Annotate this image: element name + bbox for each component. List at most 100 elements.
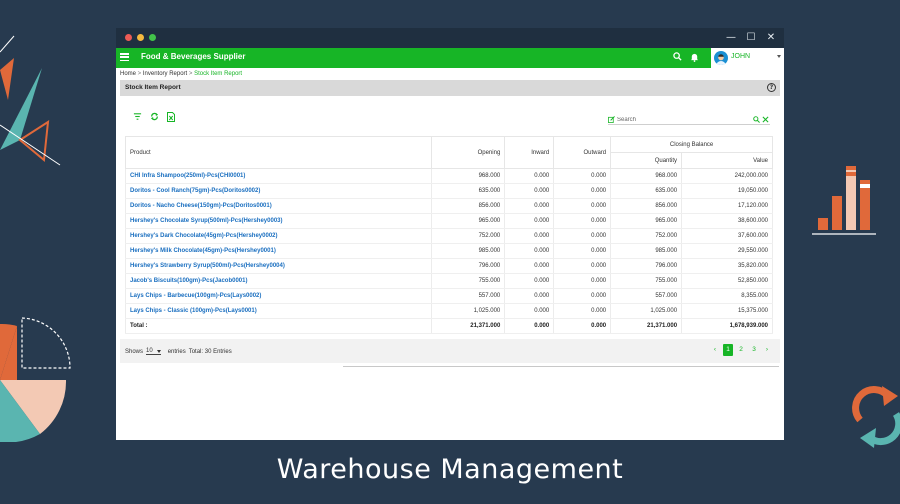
product-link[interactable]: Lays Chips - Classic (100gm)-Pcs(Lays000… [124, 303, 433, 319]
product-link[interactable]: Lays Chips - Barbecue(100gm)-Pcs(Lays000… [124, 288, 433, 304]
user-menu[interactable]: JOHN [711, 48, 784, 68]
cell-inward: 0.000 [504, 228, 555, 244]
cell-outward: 0.000 [553, 168, 612, 184]
breadcrumb-home[interactable]: Home [120, 71, 136, 77]
column-header-closing-balance: Closing Balance [610, 136, 773, 153]
cell-outward: 0.000 [553, 303, 612, 319]
table-footer: Shows 10 entries Total: 30 Entries ‹ 1 2… [120, 339, 780, 363]
breadcrumb-inventory-report[interactable]: Inventory Report [143, 71, 187, 77]
cell-outward: 0.000 [553, 273, 612, 289]
product-link[interactable]: Hershey's Dark Chocolate(45gm)-Pcs(Hersh… [124, 228, 433, 244]
filter-icon[interactable] [133, 112, 142, 121]
column-header-outward[interactable]: Outward [553, 136, 612, 169]
avatar [714, 51, 728, 65]
table-row: Doritos - Nacho Cheese(150gm)-Pcs(Dorito… [124, 198, 773, 214]
cell-quantity: 968.000 [610, 168, 683, 184]
page-1-button[interactable]: 1 [723, 344, 733, 356]
cell-inward: 0.000 [504, 213, 555, 229]
breadcrumb-current: Stock Item Report [194, 71, 243, 77]
product-link[interactable]: Doritos - Nacho Cheese(150gm)-Pcs(Dorito… [124, 198, 433, 214]
chevron-down-icon[interactable] [777, 55, 781, 58]
total-outward: 0.000 [553, 318, 612, 334]
table-row: Doritos - Cool Ranch(75gm)-Pcs(Doritos00… [124, 183, 773, 199]
shows-label: Shows [125, 348, 144, 355]
column-header-value[interactable]: Value [681, 152, 773, 169]
column-header-quantity[interactable]: Quantity [610, 152, 683, 169]
product-link[interactable]: Doritos - Cool Ranch(75gm)-Pcs(Doritos00… [124, 183, 433, 199]
table-row: Hershey's Milk Chocolate(45gm)-Pcs(Hersh… [124, 243, 773, 259]
bell-icon[interactable] [690, 52, 699, 62]
cell-inward: 0.000 [504, 258, 555, 274]
cell-inward: 0.000 [504, 303, 555, 319]
page-size-control: Shows 10 entries Total: 30 Entries [125, 348, 232, 355]
cell-value: 52,850.000 [681, 273, 773, 289]
cell-quantity: 856.000 [610, 198, 683, 214]
product-link[interactable]: Jacob's Biscuits(100gm)-Pcs(Jacob0001) [124, 273, 433, 289]
window-titlebar: — ☐ ✕ [116, 28, 784, 48]
cell-value: 19,050.000 [681, 183, 773, 199]
product-link[interactable]: Hershey's Strawberry Syrup(500ml)-Pcs(He… [124, 258, 433, 274]
total-quantity: 21,371.000 [610, 318, 683, 334]
table-row: Jacob's Biscuits(100gm)-Pcs(Jacob0001) 75… [124, 273, 773, 289]
stock-item-table: Product Opening Inward Outward Closing B… [124, 136, 773, 334]
edit-icon [608, 116, 615, 123]
cell-outward: 0.000 [553, 258, 612, 274]
page-title: Stock Item Report [125, 84, 181, 91]
report-toolbar [133, 112, 175, 122]
page-2-button[interactable]: 2 [736, 344, 746, 356]
search-box [608, 115, 770, 125]
product-link[interactable]: CHI Infra Shampoo(250ml)-Pcs(CHI0001) [124, 168, 433, 184]
product-link[interactable]: Hershey's Milk Chocolate(45gm)-Pcs(Hersh… [124, 243, 433, 259]
decor-bar-chart [812, 166, 876, 235]
cell-inward: 0.000 [504, 273, 555, 289]
total-label: Total : [124, 318, 433, 334]
cell-value: 15,375.000 [681, 303, 773, 319]
table-row: CHI Infra Shampoo(250ml)-Pcs(CHI0001) 968… [124, 168, 773, 184]
search-input[interactable] [617, 115, 747, 124]
table-row: Lays Chips - Barbecue(100gm)-Pcs(Lays000… [124, 288, 773, 304]
page-size-select[interactable]: 10 [146, 348, 161, 355]
decor-pie-chart [0, 317, 71, 442]
maximize-dot[interactable] [149, 34, 156, 41]
cell-outward: 0.000 [553, 243, 612, 259]
total-inward: 0.000 [504, 318, 555, 334]
total-value: 1,678,939.000 [681, 318, 773, 334]
cell-opening: 557.000 [431, 288, 506, 304]
divider [343, 366, 779, 367]
clear-icon[interactable] [762, 116, 769, 123]
column-header-opening[interactable]: Opening [431, 136, 506, 169]
maximize-button[interactable]: ☐ [746, 31, 756, 44]
app-title: Food & Beverages Supplier [141, 52, 246, 61]
search-icon[interactable] [753, 116, 760, 123]
close-button[interactable]: ✕ [766, 31, 776, 44]
cell-opening: 752.000 [431, 228, 506, 244]
cell-opening: 965.000 [431, 213, 506, 229]
product-link[interactable]: Hershey's Chocolate Syrup(500ml)-Pcs(Her… [124, 213, 433, 229]
minimize-dot[interactable] [137, 34, 144, 41]
cell-inward: 0.000 [504, 168, 555, 184]
app-window: — ☐ ✕ Food & Beverages Supplier JOHN Hom… [116, 28, 784, 440]
prev-page-button[interactable]: ‹ [710, 344, 720, 356]
total-row: Total :21,371.000 0.000 0.000 21,371.000 1,6… [124, 318, 773, 334]
cell-inward: 0.000 [504, 243, 555, 259]
table-body: CHI Infra Shampoo(250ml)-Pcs(CHI0001) 968… [124, 168, 773, 334]
cell-quantity: 796.000 [610, 258, 683, 274]
column-header-product[interactable]: Product [124, 136, 433, 169]
refresh-icon[interactable] [150, 112, 159, 121]
export-excel-icon[interactable] [167, 112, 175, 122]
table-row: Hershey's Dark Chocolate(45gm)-Pcs(Hersh… [124, 228, 773, 244]
menu-icon[interactable] [120, 53, 129, 62]
page-3-button[interactable]: 3 [749, 344, 759, 356]
minimize-button[interactable]: — [726, 31, 736, 44]
decor-refresh-arrows [852, 386, 900, 448]
close-dot[interactable] [125, 34, 132, 41]
help-icon[interactable]: ? [767, 83, 776, 92]
cell-quantity: 557.000 [610, 288, 683, 304]
pagination: ‹ 1 2 3 › [710, 344, 772, 356]
cell-value: 38,600.000 [681, 213, 773, 229]
next-page-button[interactable]: › [762, 344, 772, 356]
cell-outward: 0.000 [553, 288, 612, 304]
column-header-inward[interactable]: Inward [504, 136, 555, 169]
cell-quantity: 755.000 [610, 273, 683, 289]
search-icon[interactable] [673, 52, 682, 61]
